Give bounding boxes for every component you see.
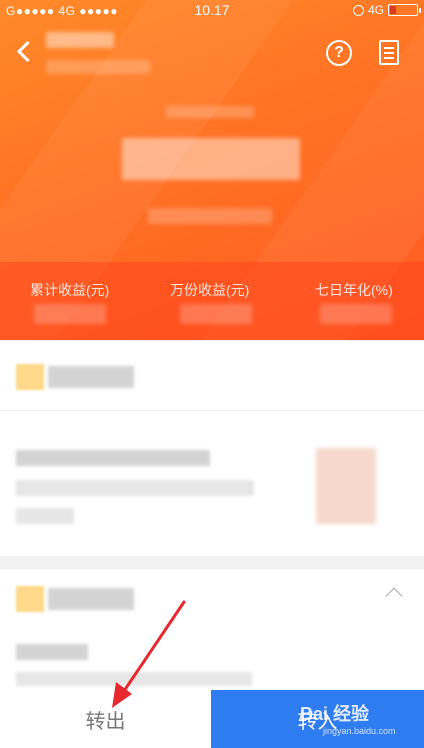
card-line-blurred — [16, 508, 74, 524]
help-glyph: ? — [334, 44, 344, 61]
card-line-blurred — [16, 450, 210, 466]
stats-band — [0, 262, 424, 340]
fund-code-blurred — [46, 60, 150, 74]
cumulative-earning-label: 累计收益(元) — [30, 282, 110, 298]
fund-name-blurred — [46, 32, 114, 48]
row-title-blurred — [48, 366, 134, 388]
per10k-value-blurred — [180, 304, 252, 324]
alarm-icon — [352, 4, 364, 16]
section-badge — [16, 586, 44, 612]
row-badge — [16, 364, 44, 390]
seven-day-yield-label: 七日年化(%) — [315, 282, 393, 298]
card-line-blurred — [16, 480, 254, 496]
watermark-url: jingyan.baidu.com — [323, 726, 396, 736]
watermark-logo: Bai 经验 — [300, 704, 370, 724]
section-divider — [0, 556, 424, 568]
network-label: 4G — [367, 3, 384, 17]
holding-label-blurred — [166, 106, 254, 118]
card-thumbnail — [316, 448, 376, 524]
holding-amount-blurred — [122, 138, 300, 180]
back-chevron-icon[interactable] — [14, 40, 38, 64]
yield-value-blurred — [320, 304, 392, 324]
per10k-earning-label: 万份收益(元) — [170, 282, 250, 298]
status-right: 4G — [352, 3, 421, 17]
section-line-blurred — [16, 672, 252, 686]
yesterday-earning-blurred — [148, 208, 272, 224]
document-icon[interactable] — [379, 40, 399, 65]
transfer-out-button[interactable]: 转出 — [0, 690, 211, 748]
section-line-blurred — [16, 644, 88, 660]
section-title-blurred — [48, 588, 134, 610]
battery-icon — [388, 4, 421, 16]
cumulative-value-blurred — [34, 304, 106, 324]
help-question-icon[interactable]: ? — [326, 40, 352, 66]
transfer-out-label: 转出 — [85, 710, 126, 733]
status-bar: G●●●●● 4G ●●●●● 10.17 4G — [0, 0, 424, 22]
